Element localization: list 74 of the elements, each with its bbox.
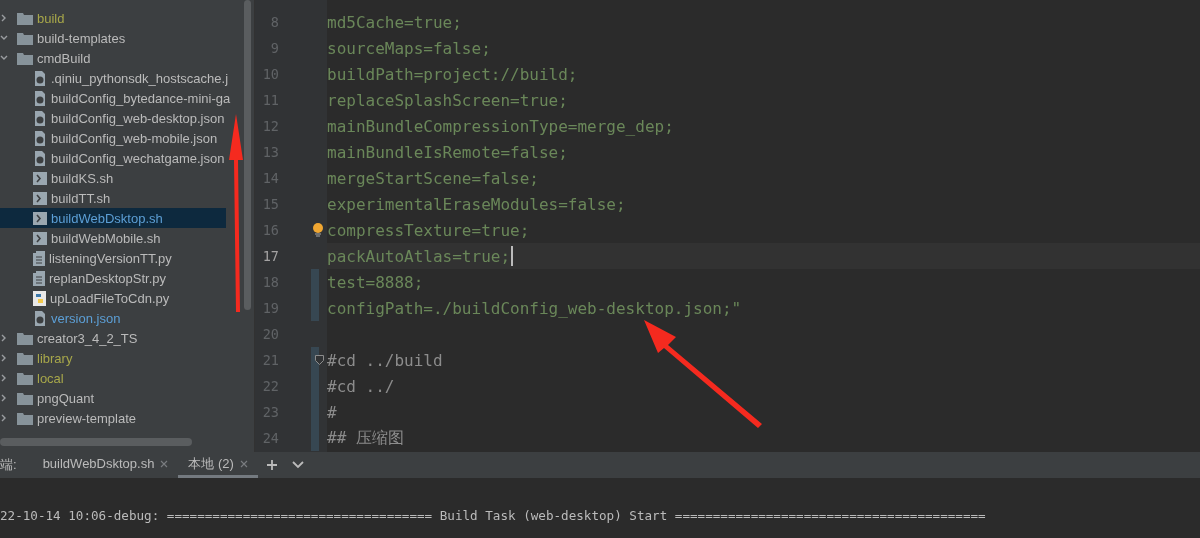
code-line: test=8888; (327, 272, 424, 292)
terminal-output: 22-10-14 10:06-debug: =================================== Build Task (web-desktop) Start ========================================= (0, 508, 986, 523)
code-line: md5Cache=true; (327, 12, 462, 32)
terminal-file-icon (33, 171, 47, 185)
tree-item[interactable]: creator3_4_2_TS (0, 328, 138, 348)
code-line: buildPath=project://build; (327, 64, 578, 84)
text-file-icon (33, 250, 45, 266)
tree-item[interactable]: local (0, 368, 64, 388)
code-line: sourceMaps=false; (327, 38, 491, 58)
code-line: ## 压缩图 (327, 427, 404, 449)
tree-item[interactable]: buildTT.sh (0, 188, 111, 208)
code-line: # (327, 402, 337, 422)
json-file-icon (33, 90, 47, 106)
tree-item[interactable]: library (0, 348, 73, 368)
terminal-file-icon (33, 231, 47, 245)
plus-icon[interactable] (265, 459, 278, 471)
tree-item[interactable]: buildConfig_bytedance-mini-ga (0, 88, 231, 108)
code-line: compressTexture=true; (327, 220, 530, 240)
terminal-file-icon (33, 191, 47, 205)
chevron-icon[interactable] (0, 54, 9, 62)
folder-icon (17, 371, 33, 385)
code-line: experimentalEraseModules=false; (327, 194, 626, 214)
chevron-down-icon[interactable] (291, 461, 304, 469)
lightbulb-icon[interactable] (313, 223, 323, 237)
folder-icon (17, 351, 33, 365)
chevron-icon[interactable] (0, 13, 8, 23)
json-file-icon (33, 310, 47, 326)
tree-item[interactable]: listeningVersionTT.py (0, 248, 172, 268)
folder-icon (17, 11, 33, 25)
tree-item[interactable]: buildKS.sh (0, 168, 114, 188)
line-number: 17 (261, 248, 279, 264)
text-cursor (511, 246, 514, 266)
tree-item[interactable]: buildWebDsktop.sh (0, 208, 226, 228)
tree-item[interactable]: buildConfig_wechatgame.json (0, 148, 225, 168)
folder-icon (17, 331, 33, 345)
json-file-icon (33, 70, 47, 86)
folder-icon (17, 411, 33, 425)
code-line: mainBundleIsRemote=false; (327, 142, 568, 162)
json-file-icon (33, 150, 47, 166)
terminal-file-icon (33, 211, 47, 225)
folder-icon (17, 391, 33, 405)
tree-item[interactable]: buildConfig_web-desktop.json (0, 108, 225, 128)
code-line: packAutoAtlas=true; (327, 246, 511, 266)
folder-icon (17, 31, 33, 45)
code-line: configPath=./buildConfig_web-desktop.json;" (327, 298, 742, 318)
terminal-tab[interactable]: buildWebDsktop.sh (32, 452, 179, 478)
close-icon[interactable] (239, 459, 248, 468)
json-file-icon (33, 130, 47, 146)
code-line: mainBundleCompressionType=merge_dep; (327, 116, 674, 136)
tree-item[interactable]: pngQuant (0, 388, 95, 408)
code-line: #cd ../build (327, 350, 443, 370)
code-line: replaceSplashScreen=true; (327, 90, 568, 110)
folder-icon (17, 51, 33, 65)
scrollbar[interactable] (0, 438, 192, 446)
tree-item[interactable]: upLoadFileToCdn.py (0, 288, 170, 308)
tree-item[interactable]: build-templates (0, 28, 126, 48)
tree-item[interactable]: preview-template (0, 408, 136, 428)
code-line: #cd ../ (327, 376, 395, 396)
close-icon[interactable] (160, 459, 169, 468)
tree-item[interactable]: replanDesktopStr.py (0, 268, 167, 288)
chevron-icon[interactable] (0, 34, 9, 42)
python-file-icon (33, 290, 46, 306)
terminal-label: 端: (0, 456, 17, 474)
code-line: mergeStartScene=false; (327, 168, 539, 188)
text-file-icon (33, 270, 45, 286)
tree-item[interactable]: build (0, 8, 65, 28)
tree-item[interactable]: buildWebMobile.sh (0, 228, 161, 248)
tree-item[interactable]: version.json (0, 308, 121, 328)
json-file-icon (33, 110, 47, 126)
tree-item[interactable]: buildConfig_web-mobile.json (0, 128, 218, 148)
scrollbar[interactable] (244, 0, 251, 310)
tree-item[interactable]: cmdBuild (0, 48, 91, 68)
fold-icon[interactable] (315, 355, 324, 365)
tree-item[interactable]: .qiniu_pythonsdk_hostscache.j (0, 68, 229, 88)
